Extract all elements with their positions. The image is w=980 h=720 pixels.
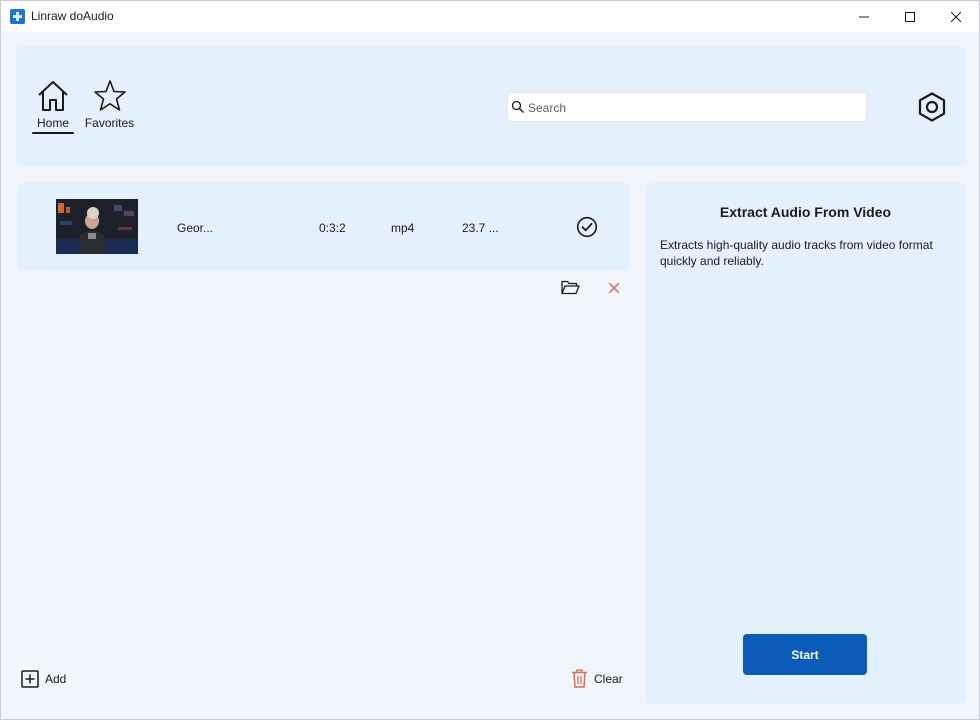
- file-format: mp4: [391, 221, 415, 235]
- close-x-icon: [608, 282, 620, 294]
- add-label: Add: [45, 672, 67, 686]
- close-button[interactable]: [933, 1, 979, 32]
- file-size: 23.7 ...: [462, 221, 499, 235]
- active-nav-indicator: [32, 132, 74, 134]
- close-icon: [951, 11, 961, 22]
- app-window: Linraw doAudio Home Favorites Search Geo…: [0, 0, 980, 720]
- tool-info-panel: Extract Audio From Video Extracts high-q…: [645, 183, 966, 704]
- maximize-button[interactable]: [887, 1, 933, 32]
- add-square-icon: [21, 670, 39, 688]
- nav-favorites[interactable]: Favorites: [82, 79, 137, 130]
- open-folder-button[interactable]: [561, 280, 580, 300]
- settings-button[interactable]: [916, 91, 948, 128]
- window-title: Linraw doAudio: [31, 9, 114, 23]
- settings-hexagon-icon: [918, 92, 946, 122]
- panel-description: Extracts high-quality audio tracks from …: [660, 238, 933, 268]
- minimize-button[interactable]: [841, 1, 887, 32]
- minimize-icon: [859, 16, 869, 17]
- app-logo-icon: [10, 9, 25, 24]
- search-icon: [511, 100, 524, 113]
- video-thumbnail: [56, 199, 138, 254]
- check-circle-icon: [576, 216, 598, 238]
- search-input[interactable]: [528, 98, 858, 118]
- nav-home-label: Home: [36, 116, 69, 130]
- file-list-item[interactable]: Geor... 0:3:2 mp4 23.7 ...: [17, 183, 630, 271]
- search-box[interactable]: [507, 92, 867, 122]
- maximize-icon: [905, 11, 915, 22]
- star-icon: [93, 80, 126, 111]
- clear-label: Clear: [594, 671, 623, 686]
- file-duration: 0:3:2: [319, 221, 346, 235]
- title-bar[interactable]: Linraw doAudio: [1, 1, 979, 32]
- file-name: Geor...: [177, 221, 214, 235]
- add-button[interactable]: Add: [21, 670, 66, 688]
- remove-file-button[interactable]: [607, 281, 621, 300]
- panel-title: Extract Audio From Video: [719, 204, 892, 220]
- folder-open-icon: [561, 280, 580, 295]
- trash-icon: [572, 669, 587, 688]
- home-icon: [38, 81, 68, 111]
- nav-favorites-label: Favorites: [84, 116, 135, 130]
- nav-home[interactable]: Home: [32, 79, 74, 130]
- header-bar: Home Favorites: [16, 46, 966, 167]
- video-thumbnail-image: [56, 199, 138, 254]
- clear-button[interactable]: Clear: [571, 669, 623, 688]
- start-button[interactable]: Start: [743, 634, 867, 675]
